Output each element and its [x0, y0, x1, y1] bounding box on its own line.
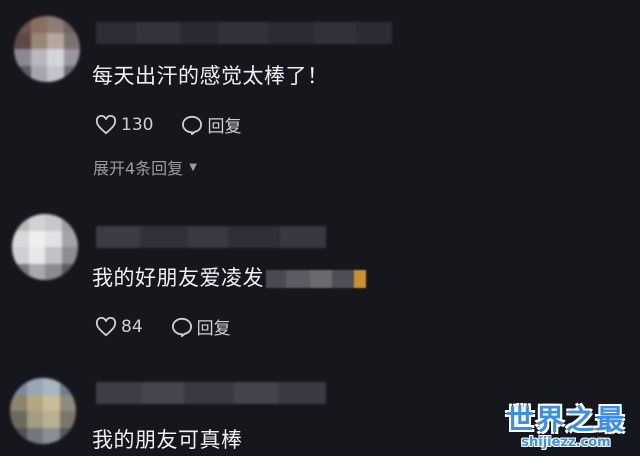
avatar[interactable] [12, 214, 78, 280]
comment-bubble-icon [182, 115, 203, 135]
reply-button[interactable]: 回复 [171, 314, 231, 339]
expand-replies-link[interactable]: 展开4条回复 ▼ [93, 155, 197, 179]
heart-icon [95, 114, 117, 134]
censored-mosaic [266, 270, 366, 288]
like-count: 84 [121, 316, 143, 337]
reply-label: 回复 [196, 319, 231, 339]
watermark-url: shijiezz.com [521, 435, 611, 450]
comment-text: 每天出汗的感觉太棒了！ [92, 64, 329, 88]
avatar[interactable] [14, 16, 80, 82]
like-button[interactable]: 84 [95, 316, 143, 337]
username-mosaic[interactable] [96, 22, 392, 44]
caret-down-icon: ▼ [189, 161, 197, 173]
comment-text: 我的好朋友爱凌发 [92, 262, 366, 292]
comment-text: 我的朋友可真棒 [92, 428, 243, 452]
comment-actions: 130 回复 [95, 112, 269, 137]
site-watermark: 世界之最 shijiezz.com [505, 403, 626, 451]
comment-actions: 84 回复 [95, 314, 259, 339]
like-count: 130 [121, 114, 154, 135]
reply-label: 回复 [207, 117, 242, 137]
username-mosaic[interactable] [96, 382, 326, 404]
watermark-title: 世界之最 [505, 403, 626, 436]
reply-button[interactable]: 回复 [181, 112, 241, 137]
expand-replies-label: 展开4条回复 [93, 159, 184, 178]
heart-icon [95, 316, 117, 336]
like-button[interactable]: 130 [95, 114, 154, 135]
username-mosaic[interactable] [96, 226, 326, 248]
comment-bubble-icon [171, 317, 192, 337]
comment-item: 每天出汗的感觉太棒了！ 130 回复 展开4条回复 ▼ [0, 0, 640, 190]
avatar[interactable] [10, 378, 76, 444]
comment-text-content: 我的好朋友爱凌发 [92, 266, 264, 290]
comment-item: 我的好朋友爱凌发 84 回复 [0, 190, 640, 360]
